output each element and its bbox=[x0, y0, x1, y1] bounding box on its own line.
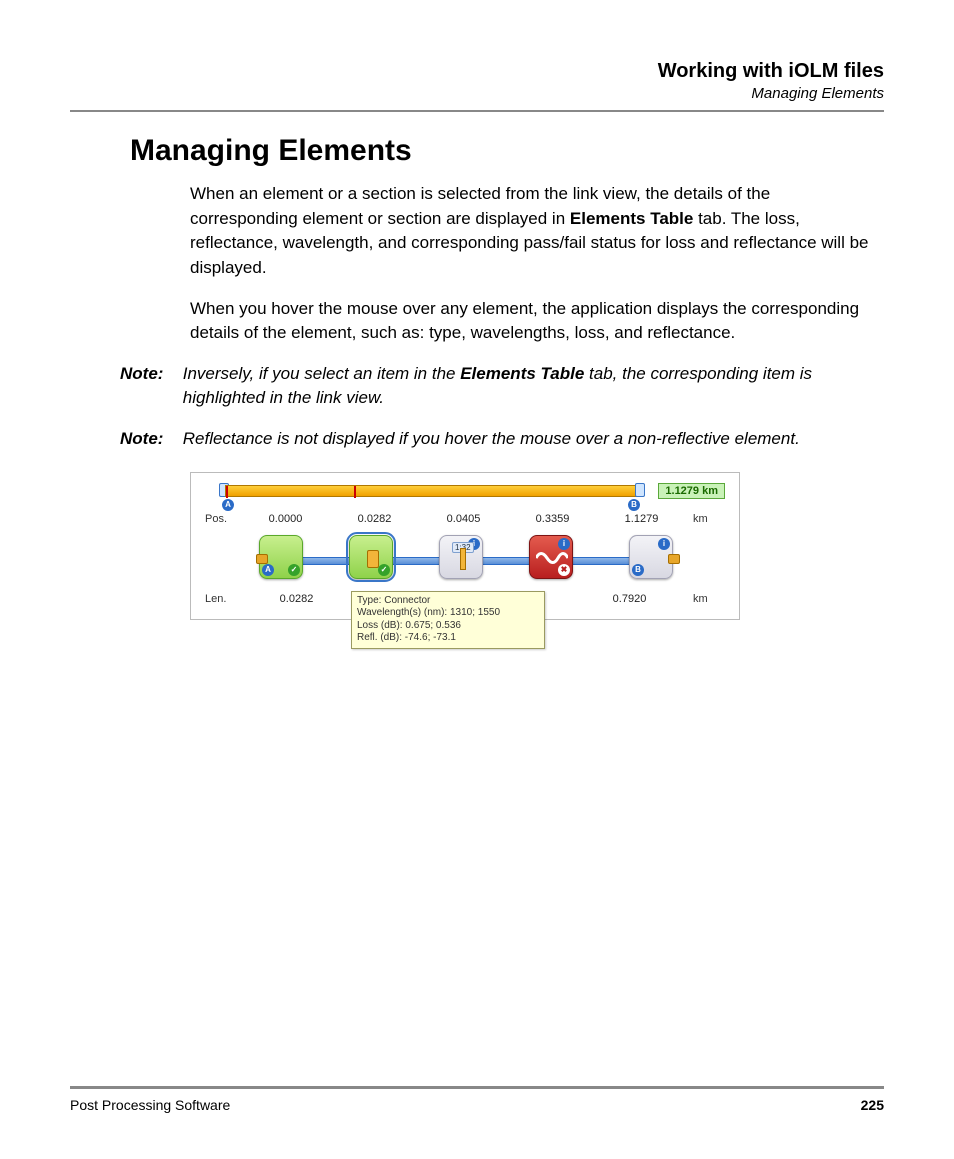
len-value: 0.0282 bbox=[241, 593, 352, 605]
section-heading: Managing Elements bbox=[130, 134, 884, 168]
splice-icon bbox=[367, 550, 379, 568]
info-icon: i bbox=[558, 538, 570, 550]
header-title: Working with iOLM files bbox=[70, 60, 884, 83]
header-subtitle: Managing Elements bbox=[70, 85, 884, 102]
macrobend-icon bbox=[536, 552, 568, 564]
pos-label: Pos. bbox=[205, 513, 241, 525]
elements-row: A ✓ ✓ i 1:32 i ✖ bbox=[241, 529, 693, 591]
len-value: 0.7920 bbox=[574, 593, 685, 605]
tooltip-wavelength: Wavelength(s) (nm): 1310; 1550 bbox=[357, 607, 539, 620]
pos-value: 0.3359 bbox=[508, 513, 597, 525]
pos-value: 0.0000 bbox=[241, 513, 330, 525]
pos-unit: km bbox=[693, 513, 723, 525]
element-tooltip: Type: Connector Wavelength(s) (nm): 1310… bbox=[351, 591, 545, 649]
footer-product: Post Processing Software bbox=[70, 1097, 230, 1113]
element-connector-a[interactable]: A ✓ bbox=[259, 535, 303, 579]
ruler-handle-right[interactable] bbox=[635, 483, 645, 497]
total-length-badge: 1.1279 km bbox=[658, 483, 725, 499]
connector-pin-icon bbox=[668, 554, 680, 564]
status-pass-icon: ✓ bbox=[378, 564, 390, 576]
note-2-text: Reflectance is not displayed if you hove… bbox=[183, 427, 863, 452]
endpoint-a-icon: A bbox=[222, 499, 234, 511]
endpoint-b-icon: B bbox=[632, 564, 644, 576]
position-values: 0.0000 0.0282 0.0405 0.3359 1.1279 bbox=[241, 513, 687, 525]
len-label: Len. bbox=[205, 593, 241, 605]
element-macrobend-fail[interactable]: i ✖ bbox=[529, 535, 573, 579]
tooltip-refl: Refl. (dB): -74.6; -73.1 bbox=[357, 632, 539, 645]
page-header: Working with iOLM files Managing Element… bbox=[70, 60, 884, 112]
overview-ruler: 1.1279 km A B bbox=[205, 483, 725, 509]
footer-page-number: 225 bbox=[861, 1097, 884, 1113]
endpoint-b-icon: B bbox=[628, 499, 640, 511]
header-rule bbox=[70, 110, 884, 112]
p1-elements-table-term: Elements Table bbox=[570, 209, 693, 228]
connector-pin-icon bbox=[256, 554, 268, 564]
ruler-bar[interactable] bbox=[225, 485, 637, 497]
note-label: Note: bbox=[120, 427, 178, 452]
paragraph-1: When an element or a section is selected… bbox=[190, 182, 874, 281]
note-1-text: Inversely, if you select an item in the … bbox=[183, 362, 863, 411]
element-splice-selected[interactable]: ✓ bbox=[349, 535, 393, 579]
position-row: Pos. 0.0000 0.0282 0.0405 0.3359 1.1279 … bbox=[205, 513, 725, 525]
paragraph-2: When you hover the mouse over any elemen… bbox=[190, 297, 874, 346]
ruler-marker bbox=[226, 486, 228, 498]
info-icon: i bbox=[658, 538, 670, 550]
ruler-marker bbox=[354, 486, 356, 498]
note1-elements-table-term: Elements Table bbox=[460, 364, 584, 383]
note-1: Note: Inversely, if you select an item i… bbox=[120, 362, 874, 411]
note-label: Note: bbox=[120, 362, 178, 387]
status-fail-icon: ✖ bbox=[558, 564, 570, 576]
len-unit: km bbox=[693, 593, 723, 605]
splitter-icon: 1:32 bbox=[450, 546, 474, 570]
pos-value: 0.0282 bbox=[330, 513, 419, 525]
status-pass-icon: ✓ bbox=[288, 564, 300, 576]
element-splitter[interactable]: i 1:32 bbox=[439, 535, 483, 579]
tooltip-type: Type: Connector bbox=[357, 595, 539, 608]
page-footer: Post Processing Software 225 bbox=[70, 1086, 884, 1113]
endpoint-a-icon: A bbox=[262, 564, 274, 576]
note-2: Note: Reflectance is not displayed if yo… bbox=[120, 427, 874, 452]
pos-value: 1.1279 bbox=[597, 513, 686, 525]
note1-part-a: Inversely, if you select an item in the bbox=[183, 364, 460, 383]
element-connector-b[interactable]: i B bbox=[629, 535, 673, 579]
pos-value: 0.0405 bbox=[419, 513, 508, 525]
body-text: When an element or a section is selected… bbox=[190, 182, 874, 346]
tooltip-loss: Loss (dB): 0.675; 0.536 bbox=[357, 620, 539, 633]
linkview-screenshot: 1.1279 km A B Pos. 0.0000 0.0282 0.0405 … bbox=[190, 472, 740, 620]
footer-rule bbox=[70, 1086, 884, 1089]
